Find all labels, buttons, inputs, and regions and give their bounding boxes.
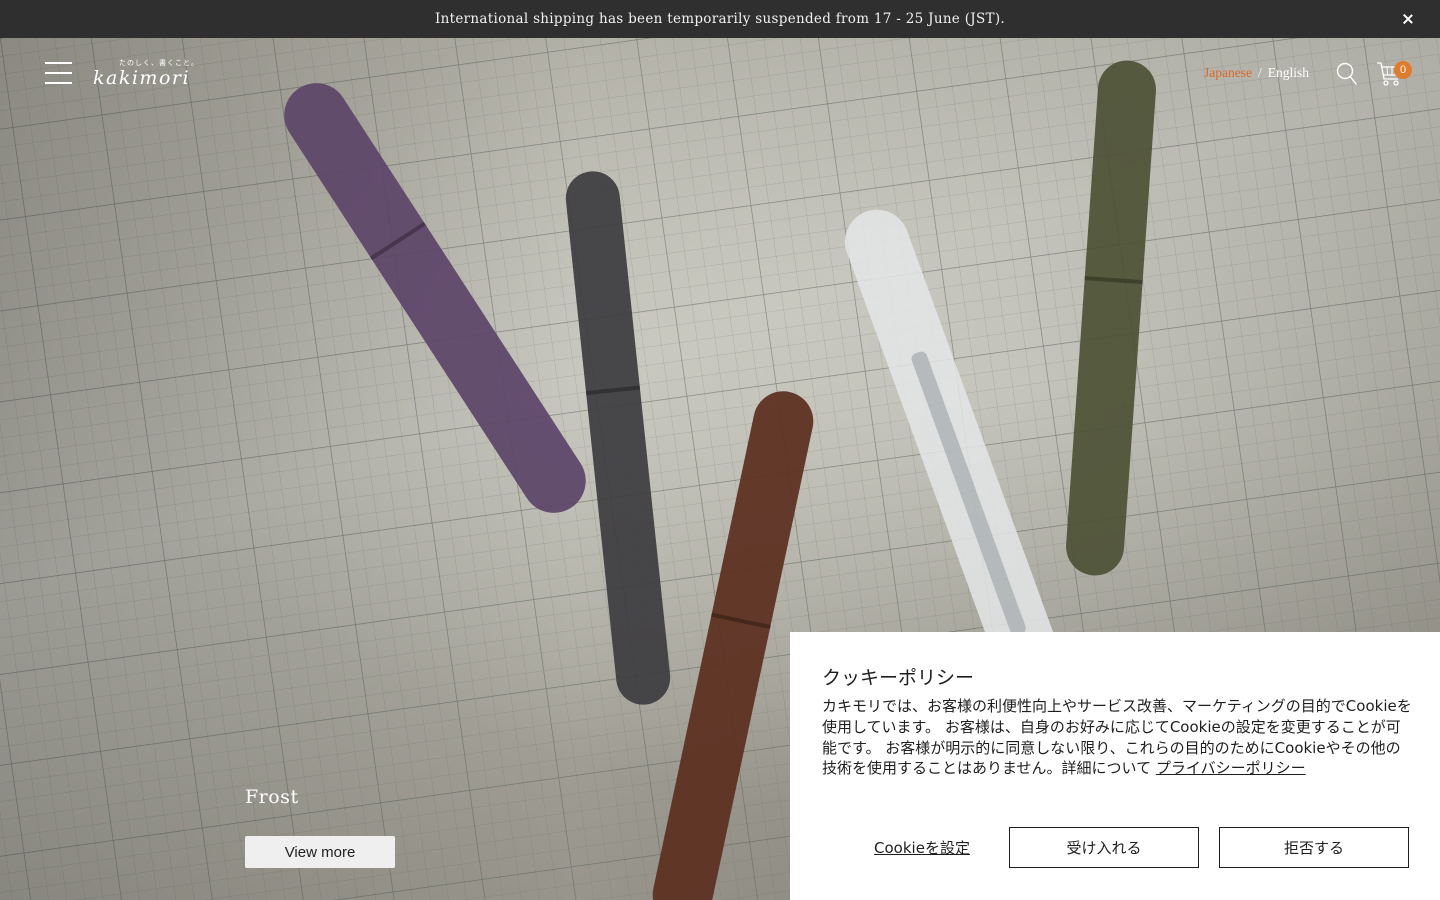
cookie-reject-button[interactable]: 拒否する (1219, 827, 1409, 868)
language-japanese-link[interactable]: Japanese (1204, 65, 1252, 81)
cookie-accept-button[interactable]: 受け入れる (1009, 827, 1199, 868)
cookie-banner-body: カキモリでは、お客様の利便性向上やサービス改善、マーケティングの目的でCooki… (822, 697, 1412, 778)
view-more-button[interactable]: View more (245, 836, 395, 868)
announcement-text: International shipping has been temporar… (435, 11, 1005, 27)
language-switcher: Japanese / English (1204, 65, 1309, 81)
logo-wordmark: kakimori (93, 67, 191, 89)
cookie-banner: クッキーポリシー カキモリでは、お客様の利便性向上やサービス改善、マーケティング… (790, 632, 1440, 900)
cookie-banner-text: カキモリでは、お客様の利便性向上やサービス改善、マーケティングの目的でCooki… (822, 696, 1412, 779)
close-icon[interactable] (1398, 9, 1418, 29)
language-separator: / (1257, 65, 1262, 80)
slide-title: Frost (245, 786, 299, 808)
cookie-settings-button[interactable]: Cookieを設定 (822, 827, 1022, 867)
cookie-banner-title: クッキーポリシー (822, 667, 975, 689)
cart-count-badge: 0 (1394, 61, 1412, 79)
logo[interactable]: たのしく、書くこと。 kakimori (93, 58, 211, 94)
hamburger-menu-icon[interactable] (45, 60, 72, 86)
search-icon[interactable] (1336, 62, 1358, 86)
announcement-bar: International shipping has been temporar… (0, 0, 1440, 38)
privacy-policy-link[interactable]: プライバシーポリシー (1156, 759, 1306, 777)
language-english-link[interactable]: English (1268, 65, 1309, 81)
